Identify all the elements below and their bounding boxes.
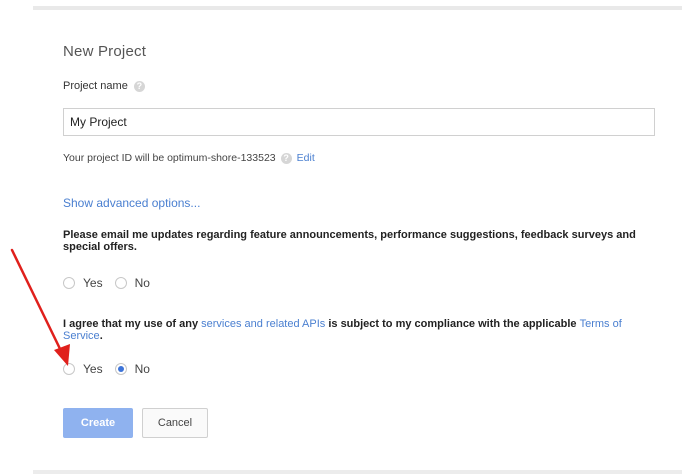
email-yes-radio[interactable] xyxy=(63,277,75,289)
cancel-button[interactable]: Cancel xyxy=(142,408,208,438)
project-name-input[interactable] xyxy=(63,108,655,136)
bottom-divider xyxy=(33,470,682,474)
create-button[interactable]: Create xyxy=(63,408,133,438)
project-name-label-row: Project name ? xyxy=(63,80,145,92)
terms-yes-label[interactable]: Yes xyxy=(83,362,103,376)
project-id-text: Your project ID will be optimum-shore-13… xyxy=(63,152,276,164)
email-updates-radio-group: Yes No xyxy=(63,276,162,290)
project-name-label: Project name xyxy=(63,80,128,92)
email-no-radio[interactable] xyxy=(114,277,127,289)
email-updates-question: Please email me updates regarding featur… xyxy=(63,229,636,253)
top-divider xyxy=(33,6,682,10)
terms-no-radio[interactable] xyxy=(114,363,127,375)
terms-radio-group: Yes No xyxy=(63,362,162,376)
terms-suffix: . xyxy=(99,330,103,342)
email-no-label[interactable]: No xyxy=(135,276,150,290)
terms-prefix: I agree that my use of any xyxy=(63,318,202,330)
terms-agreement-text: I agree that my use of any services and … xyxy=(63,318,663,342)
help-icon[interactable]: ? xyxy=(280,152,292,164)
help-icon[interactable]: ? xyxy=(133,80,145,92)
edit-project-id-link[interactable]: Edit xyxy=(297,152,315,164)
terms-middle: is subject to my compliance with the app… xyxy=(325,318,580,330)
terms-yes-radio[interactable] xyxy=(63,363,75,375)
dialog-title: New Project xyxy=(63,43,147,60)
show-advanced-options-link[interactable]: Show advanced options... xyxy=(63,196,200,210)
terms-no-label[interactable]: No xyxy=(135,362,150,376)
email-yes-label[interactable]: Yes xyxy=(83,276,103,290)
project-id-row: Your project ID will be optimum-shore-13… xyxy=(63,152,315,164)
services-apis-link[interactable]: services and related APIs xyxy=(201,318,325,330)
